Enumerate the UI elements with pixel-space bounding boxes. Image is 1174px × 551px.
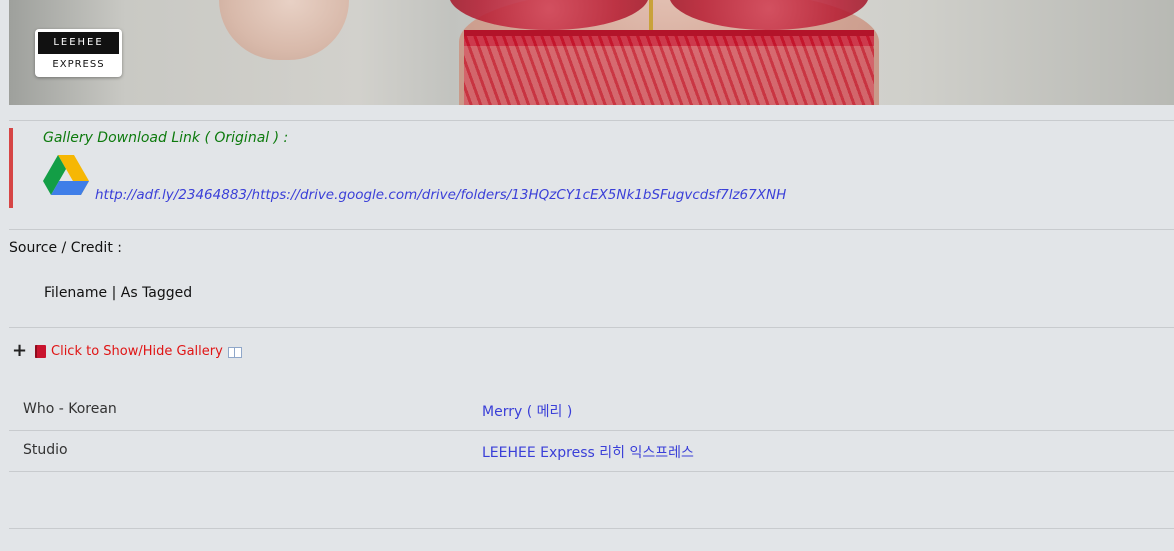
download-link[interactable]: http://adf.ly/23464883/https://drive.goo… — [95, 187, 786, 203]
header-photo: LEEHEE EXPRESS — [9, 0, 1174, 105]
info-row-value-link[interactable]: LEEHEE Express 리히 익스프레스 — [482, 442, 694, 462]
open-book-icon — [227, 346, 242, 358]
photo-arm — [219, 0, 349, 60]
divider — [9, 229, 1174, 230]
photo-lace — [464, 30, 874, 105]
source-credit-value: Filename | As Tagged — [44, 285, 193, 301]
table-row-divider — [9, 471, 1174, 472]
logo-line1: LEEHEE — [38, 32, 119, 54]
studio-logo: LEEHEE EXPRESS — [35, 29, 122, 77]
photo-zipper — [649, 0, 653, 30]
divider — [9, 528, 1174, 529]
divider — [9, 327, 1174, 328]
info-row-label: Studio — [23, 442, 68, 458]
info-row-value-link[interactable]: Merry ( 메리 ) — [482, 401, 572, 421]
plus-icon[interactable]: + — [12, 342, 27, 360]
download-quote-bar — [9, 128, 13, 208]
logo-line2: EXPRESS — [52, 59, 105, 70]
gallery-toggle-label[interactable]: Click to Show/Hide Gallery — [51, 344, 223, 359]
gallery-toggle[interactable]: + Click to Show/Hide Gallery — [12, 342, 242, 360]
table-row-divider — [9, 430, 1174, 431]
closed-book-icon — [35, 344, 46, 358]
info-row-label: Who - Korean — [23, 401, 117, 417]
download-title: Gallery Download Link ( Original ) : — [43, 130, 289, 146]
source-credit-label: Source / Credit : — [9, 240, 122, 256]
divider — [9, 120, 1174, 121]
google-drive-icon[interactable] — [43, 155, 89, 197]
